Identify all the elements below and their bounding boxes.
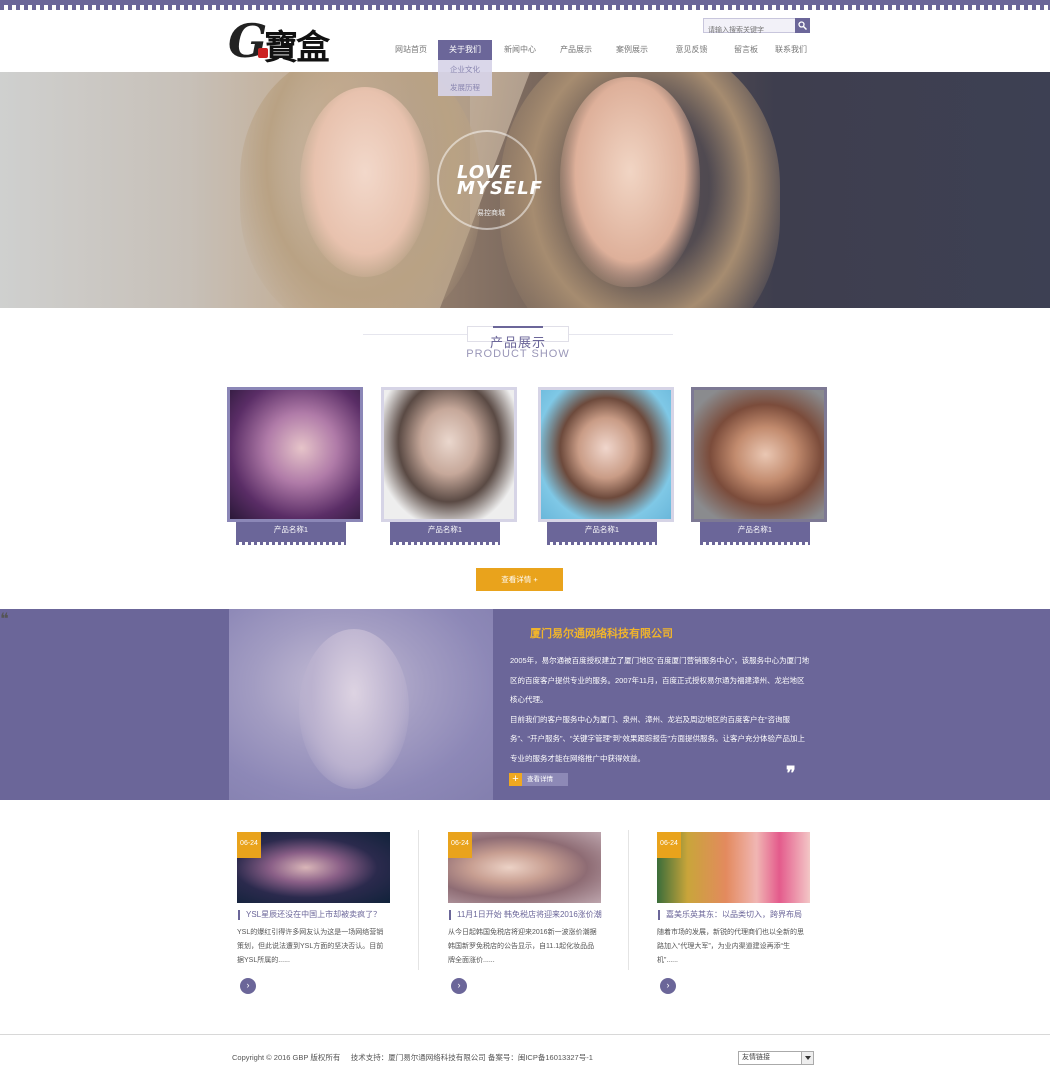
product-name[interactable]: 产品名称1 bbox=[236, 522, 346, 545]
view-more-button[interactable]: 查看详情 + bbox=[476, 568, 563, 591]
news-title[interactable]: 嘉美乐英其东：以品类切入，跨界布局 bbox=[658, 910, 818, 920]
news-item[interactable]: 06-24 嘉美乐英其东：以品类切入，跨界布局 随着市场的发展，新锐的代理商们也… bbox=[657, 832, 837, 1002]
news-title[interactable]: 11月1日开始 韩免税店将迎来2016涨价潮 bbox=[449, 910, 609, 920]
product-image[interactable] bbox=[691, 387, 827, 522]
banner-slogan: LOVE MYSELF bbox=[457, 162, 543, 199]
nav-cases[interactable]: 案例展示 bbox=[604, 40, 660, 60]
search-box bbox=[703, 18, 810, 37]
footer-divider bbox=[0, 1034, 1050, 1035]
news-item[interactable]: 06-24 11月1日开始 韩免税店将迎来2016涨价潮 从今日起韩国免税店将迎… bbox=[448, 832, 628, 1002]
plus-icon: + bbox=[509, 773, 522, 786]
news-date: 06-24 bbox=[237, 832, 261, 858]
about-submenu: 企业文化 发展历程 bbox=[438, 60, 492, 96]
divider bbox=[418, 830, 419, 970]
news-title[interactable]: YSL星辰还没在中国上市却被卖疯了？ bbox=[238, 910, 398, 920]
nav-feedback[interactable]: 意见反馈 bbox=[660, 40, 723, 60]
news-arrow-icon[interactable]: › bbox=[240, 978, 256, 994]
product-name[interactable]: 产品名称1 bbox=[390, 522, 500, 545]
product-image[interactable] bbox=[227, 387, 363, 522]
footer-copyright: Copyright © 2016 GBP 版权所有 技术支持：厦门易尔通网络科技… bbox=[232, 1053, 593, 1062]
site-logo[interactable]: G 寶盒 bbox=[228, 18, 330, 68]
friend-links-select[interactable]: 友情链接 bbox=[738, 1051, 814, 1065]
news-date: 06-24 bbox=[657, 832, 681, 858]
news-arrow-icon[interactable]: › bbox=[660, 978, 676, 994]
nav-home[interactable]: 网站首页 bbox=[384, 40, 438, 60]
product-card[interactable]: 产品名称1 bbox=[227, 387, 363, 547]
model-left-face bbox=[300, 87, 430, 277]
chevron-down-icon[interactable] bbox=[801, 1052, 813, 1064]
news-item[interactable]: 06-24 YSL星辰还没在中国上市却被卖疯了？ YSL的爆红引得许多网友认为这… bbox=[237, 832, 417, 1002]
about-image bbox=[229, 609, 493, 800]
product-image[interactable] bbox=[381, 387, 517, 522]
title-en: PRODUCT SHOW bbox=[466, 348, 570, 360]
about-text: 2005年，易尔通被百度授权建立了厦门地区“百度厦门营销服务中心”，该服务中心为… bbox=[510, 656, 810, 763]
submenu-culture[interactable]: 企业文化 bbox=[438, 62, 492, 78]
search-button[interactable] bbox=[795, 18, 810, 33]
main-nav: 网站首页 关于我们 新闻中心 产品展示 案例展示 意见反馈 留言板 联系我们 bbox=[384, 40, 813, 60]
news-date: 06-24 bbox=[448, 832, 472, 858]
product-card[interactable]: 产品名称1 bbox=[691, 387, 827, 547]
nav-guestbook[interactable]: 留言板 bbox=[723, 40, 769, 60]
divider bbox=[628, 830, 629, 970]
seal-mark bbox=[258, 48, 268, 58]
news-desc: 从今日起韩国免税店将迎来2016新一波涨价潮据韩国新罗免税店的公告显示，自11.… bbox=[448, 929, 597, 964]
news-desc: YSL的爆红引得许多网友认为这是一场网络营销策划，但此说法遭到YSL方面的坚决否… bbox=[237, 929, 384, 964]
top-stripe bbox=[0, 0, 1050, 10]
search-icon bbox=[798, 21, 807, 30]
news-arrow-icon[interactable]: › bbox=[451, 978, 467, 994]
model-right-face bbox=[560, 77, 700, 287]
submenu-history[interactable]: 发展历程 bbox=[438, 80, 492, 96]
product-name[interactable]: 产品名称1 bbox=[547, 522, 657, 545]
about-company-title: 厦门易尔通网络科技有限公司 bbox=[530, 628, 673, 640]
product-image[interactable] bbox=[538, 387, 674, 522]
product-name[interactable]: 产品名称1 bbox=[700, 522, 810, 545]
product-card[interactable]: 产品名称1 bbox=[381, 387, 517, 547]
open-quote-icon: ❝ bbox=[0, 611, 9, 628]
nav-products[interactable]: 产品展示 bbox=[548, 40, 604, 60]
product-card[interactable]: 产品名称1 bbox=[538, 387, 674, 547]
nav-contact[interactable]: 联系我们 bbox=[769, 40, 813, 60]
news-desc: 随着市场的发展，新锐的代理商们也以全新的思路加入“代理大军”，为业内渠道建设再添… bbox=[657, 929, 804, 964]
close-quote-icon: ❞ bbox=[786, 763, 796, 784]
product-section-title: 产品展示 PRODUCT SHOW bbox=[363, 326, 673, 366]
about-more-button[interactable]: + 查看详情 bbox=[509, 773, 568, 786]
search-input[interactable] bbox=[704, 24, 796, 37]
banner-subtitle: 易控商城 bbox=[477, 210, 505, 217]
nav-news[interactable]: 新闻中心 bbox=[492, 40, 548, 60]
nav-about[interactable]: 关于我们 bbox=[438, 40, 492, 60]
